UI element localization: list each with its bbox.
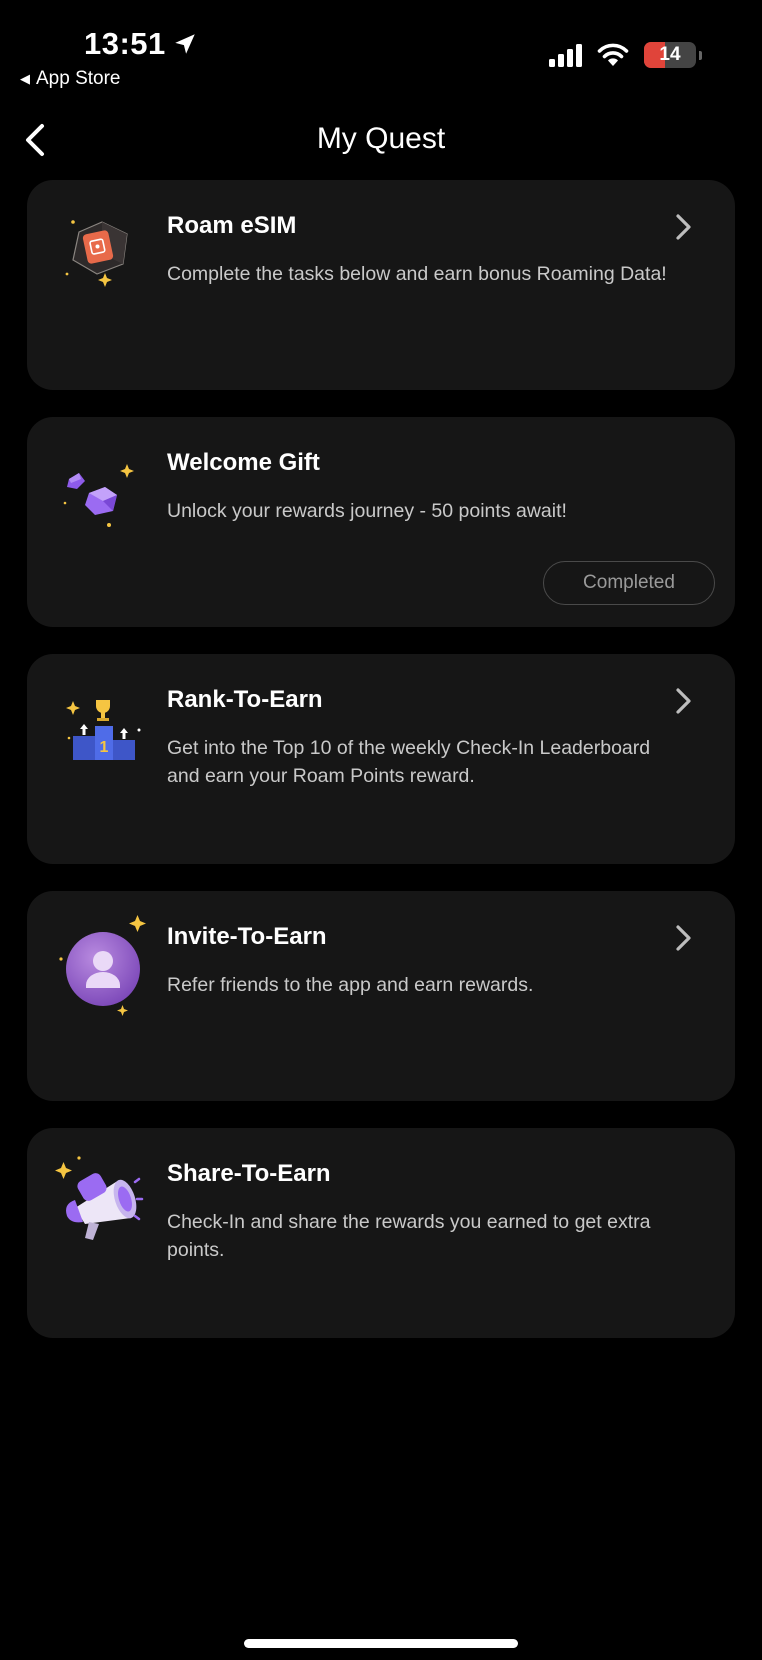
chevron-right-icon[interactable]: [673, 923, 695, 953]
status-indicators: 14: [549, 42, 702, 68]
quest-description: Check-In and share the rewards you earne…: [167, 1211, 651, 1261]
quest-card-rank-to-earn[interactable]: 1 Rank-To-Earn Get into the Top 10 of th…: [27, 654, 735, 864]
back-to-app-store[interactable]: ◀ App Store: [20, 68, 121, 90]
location-arrow-icon: [175, 34, 195, 54]
status-time: 13:51: [84, 26, 198, 62]
page-title: My Quest: [316, 122, 446, 155]
screen: 13:51 ◀ App Store 14 My Quest Roam eSIM …: [0, 0, 762, 1660]
podium-trophy-icon: 1: [66, 700, 141, 760]
user-avatar-icon: [59, 915, 146, 1016]
quest-description: Refer friends to the app and earn reward…: [167, 974, 534, 996]
quest-card-invite-to-earn[interactable]: Invite-To-Earn Refer friends to the app …: [27, 891, 735, 1101]
quest-description: Unlock your rewards journey - 50 points …: [167, 500, 567, 522]
chevron-right-icon[interactable]: [673, 212, 695, 242]
quest-card-welcome-gift[interactable]: Welcome Gift Unlock your rewards journey…: [27, 417, 735, 627]
time-label: 13:51: [84, 26, 166, 61]
back-triangle-icon: ◀: [20, 71, 30, 86]
megaphone-icon: [55, 1156, 144, 1240]
back-app-label: App Store: [36, 68, 121, 89]
quest-card-share-to-earn[interactable]: Share-To-Earn Check-In and share the rew…: [27, 1128, 735, 1338]
quest-card-roam-esim[interactable]: Roam eSIM Complete the tasks below and e…: [27, 180, 735, 390]
home-indicator[interactable]: [244, 1639, 518, 1648]
sim-card-icon: [65, 220, 128, 287]
battery-tip: [699, 50, 702, 60]
quest-title: Roam eSIM: [167, 212, 297, 239]
nav-header: My Quest: [0, 108, 762, 172]
quest-title: Welcome Gift: [167, 449, 320, 476]
quest-title: Share-To-Earn: [167, 1160, 331, 1187]
battery-level: 14: [659, 44, 681, 65]
chevron-right-icon[interactable]: [673, 686, 695, 716]
cellular-signal-icon: [549, 43, 582, 67]
quest-description: Get into the Top 10 of the weekly Check-…: [167, 737, 651, 787]
quest-title: Rank-To-Earn: [167, 686, 323, 713]
wifi-icon: [597, 43, 629, 66]
gem-icon: [63, 464, 134, 527]
completed-badge: Completed: [543, 561, 715, 605]
status-bar: 13:51 ◀ App Store 14: [0, 0, 762, 100]
quest-title: Invite-To-Earn: [167, 923, 327, 950]
svg-text:1: 1: [100, 739, 109, 756]
quest-description: Complete the tasks below and earn bonus …: [167, 263, 667, 285]
battery-icon: 14: [644, 42, 696, 68]
